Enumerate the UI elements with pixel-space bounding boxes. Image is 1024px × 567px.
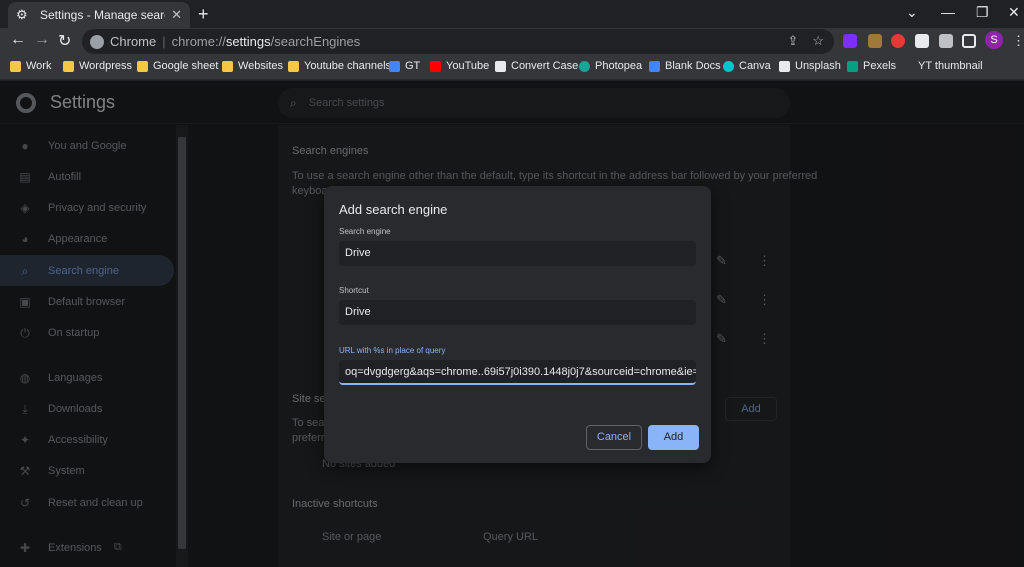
menu-icon[interactable]: ⋮ [1012,33,1024,49]
bookmarks-bar: Work Wordpress Google sheet Websites You… [0,55,1024,80]
site-label: Chrome [110,34,157,49]
unsplash-icon [779,60,790,72]
tab-search-icon[interactable]: ⌄ [906,4,918,21]
bookmark-star-icon[interactable]: ☆ [812,33,824,49]
minimize-button[interactable]: — [941,4,955,20]
youtube-icon [430,60,441,72]
gear-icon: ⚙ [16,7,28,22]
close-tab-icon[interactable]: ✕ [171,7,182,23]
folder-icon [222,60,233,72]
add-button[interactable]: Add [648,425,699,450]
forward-button[interactable]: → [34,31,50,49]
reload-button[interactable]: ↻ [58,31,71,51]
bookmark-photopea[interactable]: Photopea [579,60,642,72]
bookmark-unsplash[interactable]: Unsplash [779,60,841,72]
avatar[interactable]: S [985,31,1003,49]
convert-case-icon [495,60,506,72]
bookmark-websites[interactable]: Websites [222,60,283,72]
bookmark-work[interactable]: Work [10,60,51,72]
folder-icon [63,60,74,72]
url-label: URL with %s in place of query [339,346,446,355]
url-separator: | [162,34,166,49]
search-engine-field[interactable]: Drive [339,241,696,266]
bookmark-youtube-channels[interactable]: Youtube channels [288,60,391,72]
extension-download-icon[interactable] [843,34,857,48]
bookmark-blank-docs[interactable]: Blank Docs [649,60,721,72]
extension-pokeball-icon[interactable] [891,34,905,48]
engine-label: Search engine [339,227,391,236]
share-icon[interactable]: ⇪ [787,33,798,49]
pexels-icon [847,60,858,72]
bookmark-canva[interactable]: Canva [723,60,771,72]
close-window-button[interactable]: ✕ [1008,4,1020,21]
side-panel-icon[interactable] [962,34,976,48]
docs-icon [649,60,660,72]
url-host: settings [225,34,271,49]
bookmark-wordpress[interactable]: Wordpress [63,60,132,72]
puzzle-icon[interactable] [915,34,929,48]
toolbar: ← → ↻ Chrome | chrome:// settings /searc… [0,28,1024,55]
media-control-icon[interactable] [939,34,953,48]
restore-button[interactable]: ❐ [976,4,989,21]
folder-icon [10,60,21,72]
back-button[interactable]: ← [10,31,26,49]
photopea-icon [579,60,590,72]
dialog-title: Add search engine [339,202,448,217]
address-bar[interactable]: Chrome | chrome:// settings /searchEngin… [82,29,834,54]
extension-pencil-icon[interactable] [868,34,882,48]
bookmark-yt-thumbnail[interactable]: YT thumbnail [918,60,983,72]
bookmark-convert-case[interactable]: Convert Case [495,60,578,72]
bookmark-youtube[interactable]: YouTube [430,60,489,72]
bookmark-google-sheet[interactable]: Google sheet [137,60,218,72]
bookmark-gt[interactable]: GT [389,60,420,72]
gt-icon [389,60,400,72]
new-tab-button[interactable]: + [198,4,209,25]
folder-icon [288,60,299,72]
folder-icon [137,60,148,72]
tab-title: Settings - Manage search engine [40,8,165,22]
bookmark-pexels[interactable]: Pexels [847,60,896,72]
cancel-button[interactable]: Cancel [586,425,642,450]
tab-settings[interactable]: ⚙ Settings - Manage search engine ✕ [8,2,190,28]
shortcut-label: Shortcut [339,286,369,295]
url-scheme: chrome:// [171,34,226,49]
add-search-engine-dialog: Add search engine Search engine Drive Sh… [324,186,711,463]
canva-icon [723,60,734,72]
url-path: /searchEngines [270,34,361,49]
shortcut-field[interactable]: Drive [339,300,696,325]
chrome-site-icon [90,34,104,49]
url-field[interactable]: oq=dvgdgerg&aqs=chrome..69i57j0i390.1448… [339,360,696,385]
tab-strip: ⚙ Settings - Manage search engine ✕ + ⌄ … [0,0,1024,28]
